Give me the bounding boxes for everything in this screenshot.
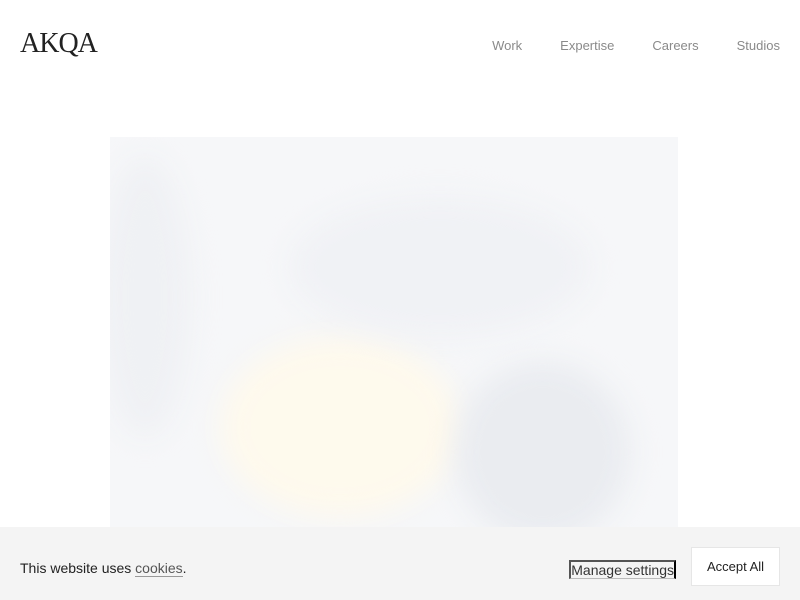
manage-settings-link[interactable]: Manage settings [569,560,676,579]
cookie-message: This website uses cookies. [20,560,187,577]
nav-item-careers[interactable]: Careers [652,38,698,53]
cookie-message-period: . [182,560,187,576]
accept-all-button[interactable]: Accept All [691,547,780,586]
nav-item-expertise[interactable]: Expertise [560,38,614,53]
hero-image-haze [290,197,590,337]
main-navigation: Work Expertise Careers Studios [492,38,780,53]
hero-image [110,137,678,537]
nav-item-studios[interactable]: Studios [737,38,780,53]
cookie-banner: This website uses cookies. Manage settin… [0,527,800,600]
hero-image-shadow [455,362,630,537]
cookie-message-text: This website uses [20,560,136,576]
hero-image-highlight [220,337,460,517]
cookies-link[interactable]: cookies [135,560,183,577]
nav-item-work[interactable]: Work [492,38,522,53]
hero-image-edge [110,157,190,437]
akqa-logo[interactable]: AKQA [20,28,98,60]
page: AKQA Work Expertise Careers Studios This… [0,0,800,600]
